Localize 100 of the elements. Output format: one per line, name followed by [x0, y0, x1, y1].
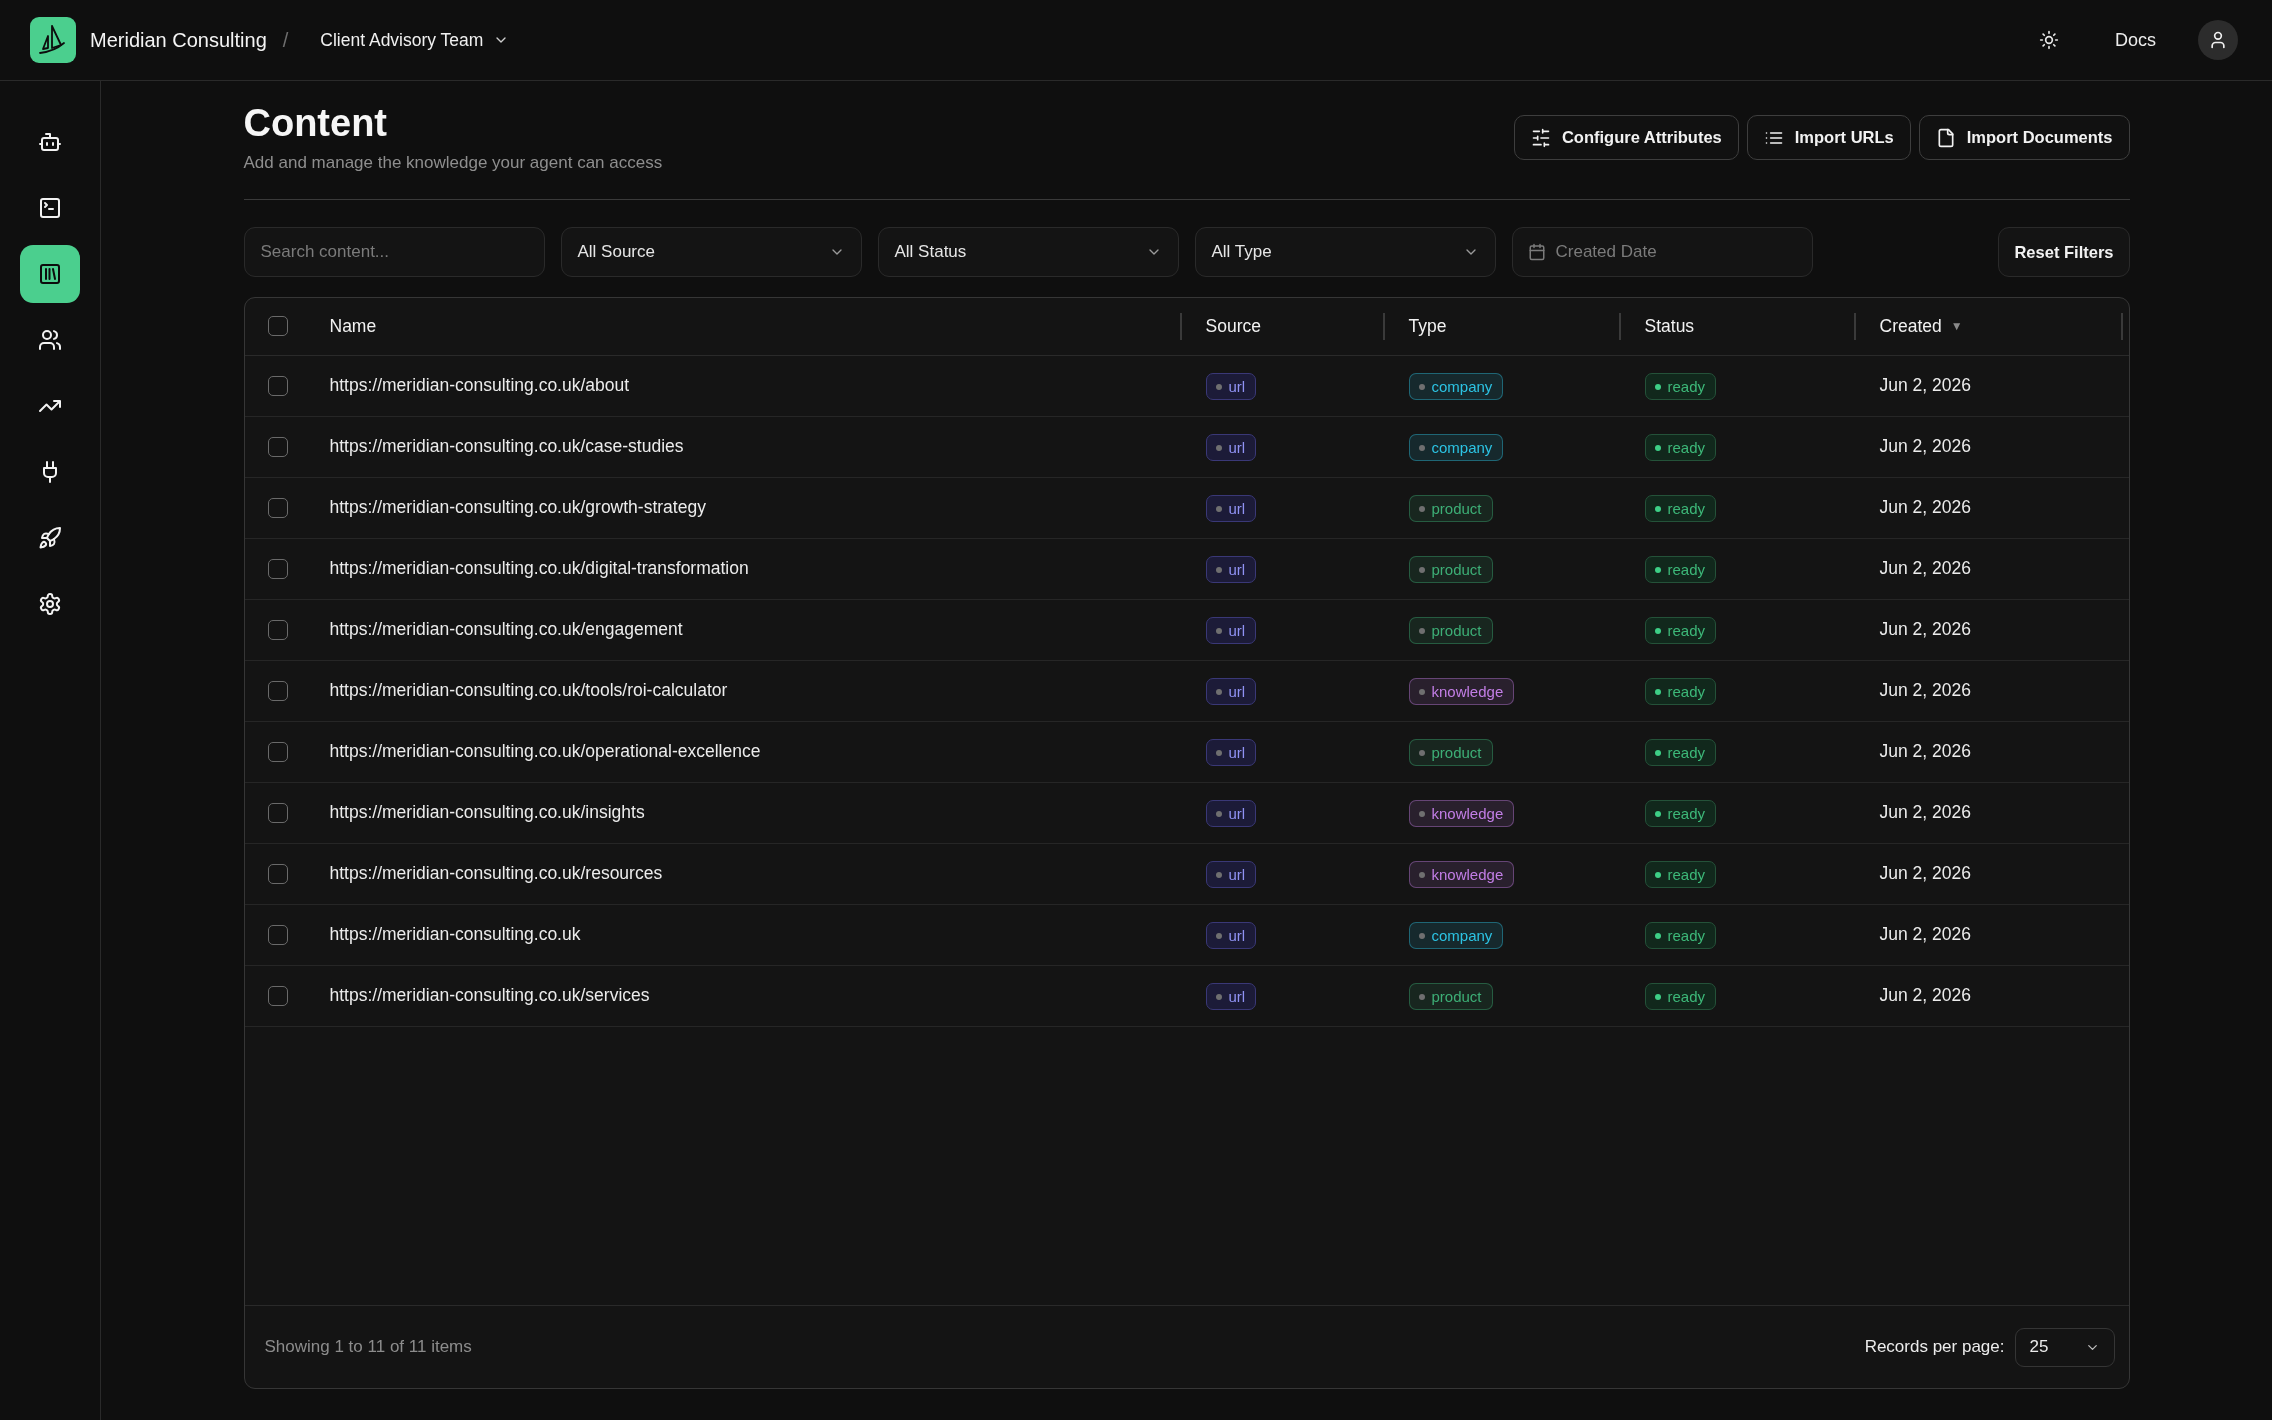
- content-url: https://meridian-consulting.co.uk/about: [329, 375, 630, 396]
- avatar-button[interactable]: [2198, 20, 2238, 60]
- created-date: Jun 2, 2026: [1879, 802, 1971, 823]
- tag-label: company: [1431, 928, 1493, 944]
- terminal-icon: [38, 196, 62, 220]
- row-checkbox[interactable]: [267, 741, 288, 762]
- tag-label: ready: [1667, 684, 1706, 700]
- tag-label: ready: [1667, 440, 1706, 456]
- row-checkbox[interactable]: [267, 436, 288, 457]
- tag-label: url: [1228, 562, 1246, 578]
- tag-label: knowledge: [1431, 806, 1504, 822]
- created-date: Jun 2, 2026: [1879, 741, 1971, 762]
- row-checkbox[interactable]: [267, 558, 288, 579]
- filter-select[interactable]: All Source: [560, 227, 862, 277]
- tag-label: ready: [1667, 806, 1706, 822]
- reset-filters-button[interactable]: Reset Filters: [1998, 227, 2130, 277]
- team-switcher[interactable]: Client Advisory Team: [314, 22, 516, 58]
- tag-label: url: [1228, 806, 1246, 822]
- sidebar-item[interactable]: [20, 245, 80, 303]
- row-checkbox[interactable]: [267, 924, 288, 945]
- column-header[interactable]: Created: [1879, 316, 1942, 337]
- column-header[interactable]: Type: [1408, 316, 1447, 337]
- tag-label: product: [1431, 562, 1482, 578]
- filter-select[interactable]: All Status: [877, 227, 1179, 277]
- user-icon: [2208, 30, 2228, 50]
- per-page-label: Records per page:: [1864, 1336, 2005, 1359]
- tag-label: product: [1431, 989, 1482, 1005]
- row-checkbox[interactable]: [267, 863, 288, 884]
- dot-icon: [1654, 383, 1661, 390]
- tag-label: ready: [1667, 562, 1706, 578]
- dot-icon: [1654, 688, 1661, 695]
- action-button[interactable]: Import Documents: [1918, 115, 2130, 160]
- dot-icon: [1418, 871, 1425, 878]
- dot-icon: [1418, 566, 1425, 573]
- tag-label: company: [1431, 440, 1493, 456]
- row-checkbox[interactable]: [267, 497, 288, 518]
- tag-label: url: [1228, 623, 1246, 639]
- dot-icon: [1215, 810, 1222, 817]
- content-url: https://meridian-consulting.co.uk/digital-transformation: [329, 558, 749, 579]
- tag-label: ready: [1667, 745, 1706, 761]
- content-url: https://meridian-consulting.co.uk/insights: [329, 802, 645, 823]
- dot-icon: [1418, 688, 1425, 695]
- calendar-icon: [1527, 243, 1546, 261]
- row-checkbox[interactable]: [267, 985, 288, 1006]
- brand-name: Meridian Consulting: [90, 28, 267, 53]
- dot-icon: [1418, 993, 1425, 1000]
- tag-label: ready: [1667, 867, 1706, 883]
- pagination-summary: Showing 1 to 11 of 11 items: [264, 1336, 472, 1359]
- created-date: Jun 2, 2026: [1879, 619, 1971, 640]
- dot-icon: [1654, 810, 1661, 817]
- column-header[interactable]: Name: [329, 316, 377, 337]
- content-url: https://meridian-consulting.co.uk/tools/roi-calculator: [329, 680, 728, 701]
- dot-icon: [1215, 627, 1222, 634]
- library-icon: [38, 262, 62, 286]
- action-button[interactable]: Import URLs: [1746, 115, 1911, 160]
- dot-icon: [1654, 932, 1661, 939]
- sailboat-icon: [30, 17, 76, 63]
- created-date: Jun 2, 2026: [1879, 497, 1971, 518]
- created-date: Jun 2, 2026: [1879, 924, 1971, 945]
- content-url: https://meridian-consulting.co.uk/services: [329, 985, 650, 1006]
- filter-select[interactable]: All Type: [1194, 227, 1496, 277]
- sort-indicator: ▼: [1950, 319, 1963, 334]
- settings-icon: [38, 592, 62, 616]
- action-button[interactable]: Configure Attributes: [1513, 115, 1739, 160]
- content-url: https://meridian-consulting.co.uk/case-studies: [329, 436, 684, 457]
- dot-icon: [1215, 444, 1222, 451]
- created-date: Jun 2, 2026: [1879, 985, 1971, 1006]
- page-title: Content: [243, 101, 389, 146]
- page-subtitle: Add and manage the knowledge your agent can access: [243, 152, 663, 174]
- tag-label: url: [1228, 501, 1246, 517]
- created-date: Jun 2, 2026: [1879, 863, 1971, 884]
- dot-icon: [1418, 383, 1425, 390]
- dot-icon: [1418, 749, 1425, 756]
- tag-label: knowledge: [1431, 684, 1504, 700]
- docs-link[interactable]: Docs: [2115, 26, 2156, 54]
- select-all-checkbox[interactable]: [267, 316, 288, 337]
- tag-label: product: [1431, 745, 1482, 761]
- tag-label: knowledge: [1431, 867, 1504, 883]
- column-header[interactable]: Status: [1644, 316, 1695, 337]
- date-field[interactable]: Created Date: [1511, 227, 1813, 277]
- search-field[interactable]: Search content...: [243, 227, 545, 277]
- tag-label: url: [1228, 684, 1246, 700]
- tag-label: url: [1228, 379, 1246, 395]
- column-header[interactable]: Source: [1205, 316, 1261, 337]
- dot-icon: [1215, 932, 1222, 939]
- row-checkbox[interactable]: [267, 680, 288, 701]
- tag-label: ready: [1667, 989, 1706, 1005]
- per-page-select[interactable]: 25: [2014, 1327, 2115, 1367]
- row-checkbox[interactable]: [267, 802, 288, 823]
- rocket-icon: [38, 526, 62, 550]
- created-date: Jun 2, 2026: [1879, 436, 1971, 457]
- tag-label: ready: [1667, 379, 1706, 395]
- content-url: https://meridian-consulting.co.uk/operational-excellence: [329, 741, 761, 762]
- tag-label: ready: [1667, 928, 1706, 944]
- users-icon: [38, 328, 62, 352]
- dot-icon: [1215, 871, 1222, 878]
- row-checkbox[interactable]: [267, 619, 288, 640]
- dot-icon: [1654, 627, 1661, 634]
- row-checkbox[interactable]: [267, 375, 288, 396]
- tag-label: url: [1228, 928, 1246, 944]
